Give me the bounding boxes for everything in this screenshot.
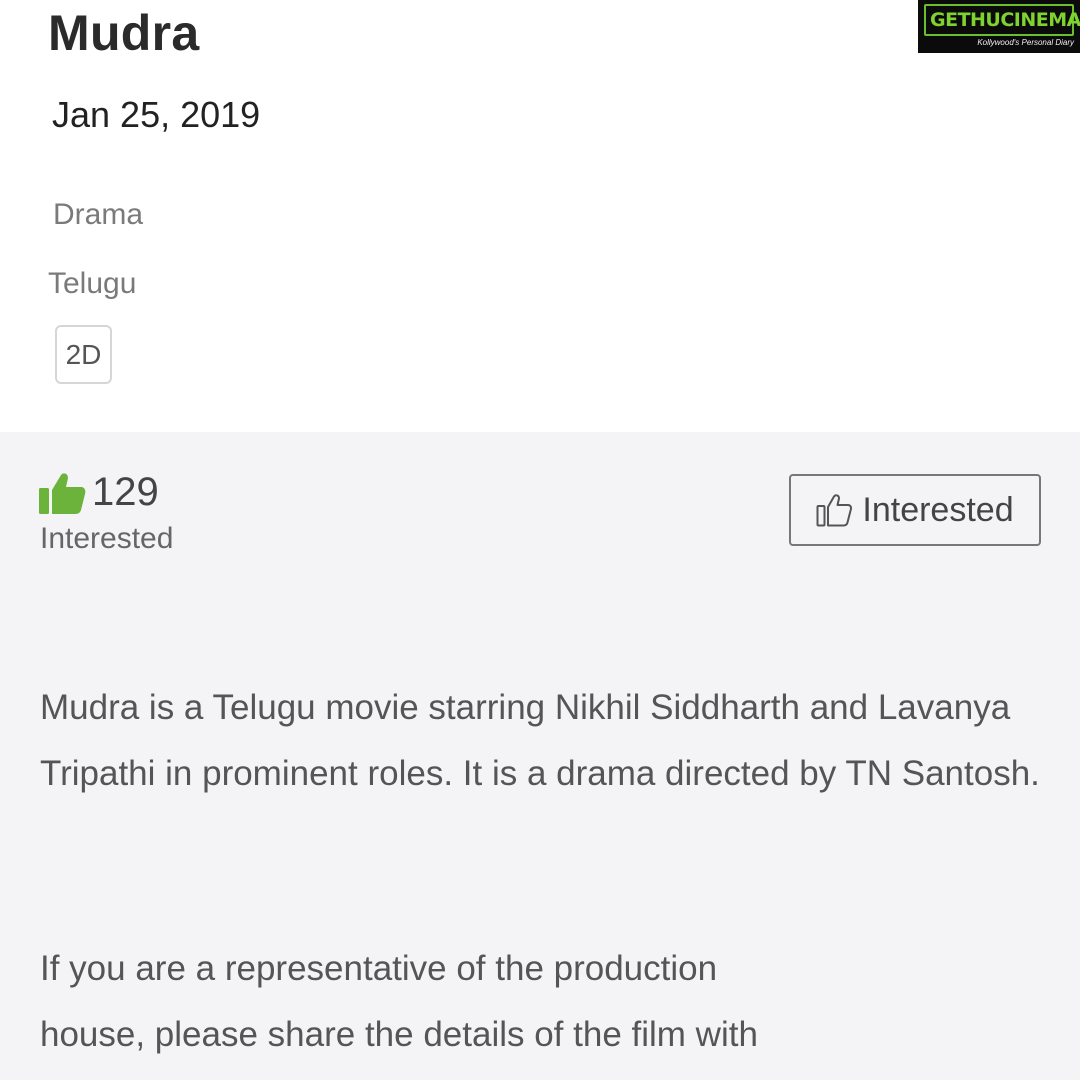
- movie-header-section: Mudra Jan 25, 2019 Drama Telugu 2D: [0, 0, 1080, 432]
- interest-count: 129: [92, 470, 159, 514]
- release-date: Jan 25, 2019: [52, 94, 261, 135]
- logo-wordmark: GETHUCINEMA: [924, 4, 1080, 36]
- brand-logo: GETHUCINEMA Kollywood's Personal Diary: [918, 0, 1080, 53]
- interested-button[interactable]: Interested: [789, 474, 1041, 546]
- interest-count-label: Interested: [40, 522, 174, 555]
- production-notice-paragraph: If you are a representative of the produ…: [40, 949, 758, 1054]
- logo-tagline: Kollywood's Personal Diary: [977, 38, 1074, 47]
- genre-label: Drama: [53, 198, 144, 231]
- logo-text: GETHUCINEMA: [930, 9, 1080, 31]
- movie-title: Mudra: [48, 5, 200, 61]
- language-label: Telugu: [48, 267, 137, 300]
- thumbs-up-outline-icon: [816, 494, 853, 527]
- description-paragraph: Mudra is a Telugu movie starring Nikhil …: [40, 688, 1040, 793]
- format-badge: 2D: [55, 325, 112, 384]
- interest-count-row: 129: [38, 470, 159, 515]
- thumbs-up-filled-icon: [39, 472, 86, 514]
- interested-button-label: Interested: [862, 490, 1014, 529]
